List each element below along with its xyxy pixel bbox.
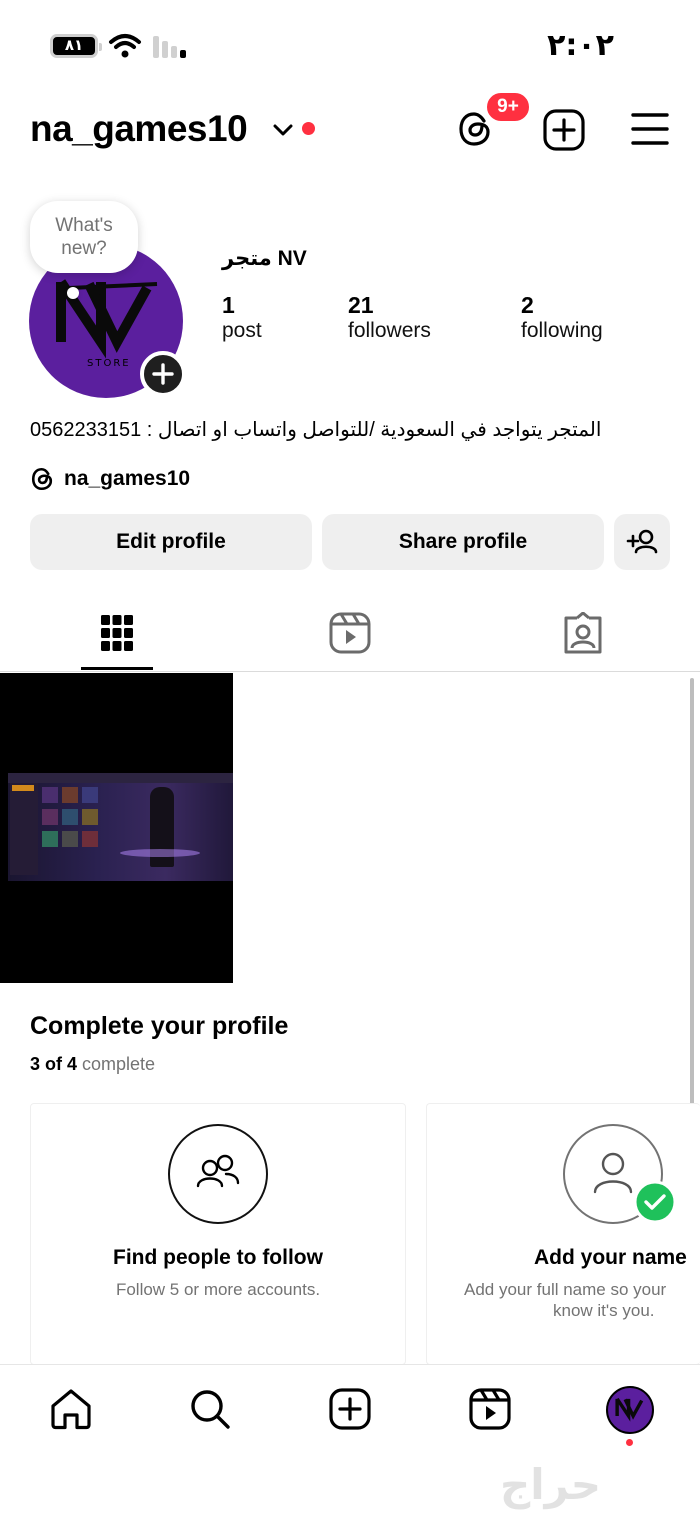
watermark: حراج [500,1460,602,1509]
card-title: Add your name [534,1246,687,1269]
notes-bubble-tail [67,287,79,299]
home-icon[interactable] [49,1387,93,1431]
game-screenshot-image [8,773,233,881]
profile-tab-avatar[interactable] [606,1386,654,1434]
card-description: know it's you. [553,1301,655,1320]
stat-posts[interactable]: 1 post [222,292,262,343]
threads-icon [31,467,53,491]
grid-icon[interactable] [99,613,135,653]
stat-label: post [222,319,262,342]
card-title: Find people to follow [113,1246,323,1269]
notes-bubble[interactable]: What's new? [30,201,138,273]
card-description: Add your full name so your [464,1280,667,1299]
status-time: ٢:٠٢ [547,28,614,63]
signal-icon [153,36,186,58]
display-name: متجر NV [222,247,307,270]
card-description: Follow 5 or more accounts. [115,1280,321,1299]
svg-text:STORE: STORE [87,358,131,369]
battery-indicator: ٨١ [50,34,102,58]
edit-profile-button[interactable]: Edit profile [30,514,312,570]
tagged-icon[interactable] [562,612,604,654]
nav-divider [0,1364,700,1365]
store-logo [615,1397,644,1422]
plus-icon [152,363,174,385]
card-icon-circle [168,1124,268,1224]
threads-profile-link[interactable]: na_games10 [30,466,190,492]
progress-label: complete [82,1054,156,1074]
add-person-icon [626,529,658,554]
new-post-icon[interactable] [543,109,585,151]
tabs-divider [0,671,700,672]
search-icon[interactable] [188,1387,232,1431]
menu-icon[interactable] [631,112,669,146]
discover-people-button[interactable] [614,514,670,570]
active-tab-indicator [81,667,153,670]
complete-profile-progress: 3 of 4 complete [30,1054,155,1075]
stat-value: 2 [521,292,534,318]
profile-notification-dot [626,1439,633,1446]
reels-icon[interactable] [469,1388,511,1430]
check-circle-icon [633,1180,677,1224]
post-thumbnail[interactable] [0,673,233,983]
threads-badge: 9+ [484,90,532,124]
stat-value: 1 [222,292,235,318]
progress-count: 3 of 4 [30,1054,78,1074]
people-icon [196,1154,240,1188]
profile-bio: المتجر يتواجد في السعودية /للتواصل واتسا… [30,419,602,441]
add-name-card[interactable]: Add your name Add your full name so your… [426,1103,700,1365]
add-story-button[interactable] [140,351,186,397]
find-people-card[interactable]: Find people to follow Follow 5 or more a… [30,1103,406,1365]
stat-followers[interactable]: 21 followers [348,292,431,343]
chevron-down-icon[interactable] [272,122,294,138]
complete-profile-title: Complete your profile [30,1012,289,1040]
wifi-icon [109,34,141,58]
profile-username[interactable]: na_games10 [30,108,248,150]
stat-following[interactable]: 2 following [521,292,603,343]
stat-label: followers [348,319,431,342]
stat-label: following [521,319,603,342]
reels-icon[interactable] [329,612,371,654]
share-profile-button[interactable]: Share profile [322,514,604,570]
notification-dot [302,122,315,135]
create-icon[interactable] [329,1388,371,1430]
stat-value: 21 [348,292,374,318]
threads-handle: na_games10 [64,467,191,490]
